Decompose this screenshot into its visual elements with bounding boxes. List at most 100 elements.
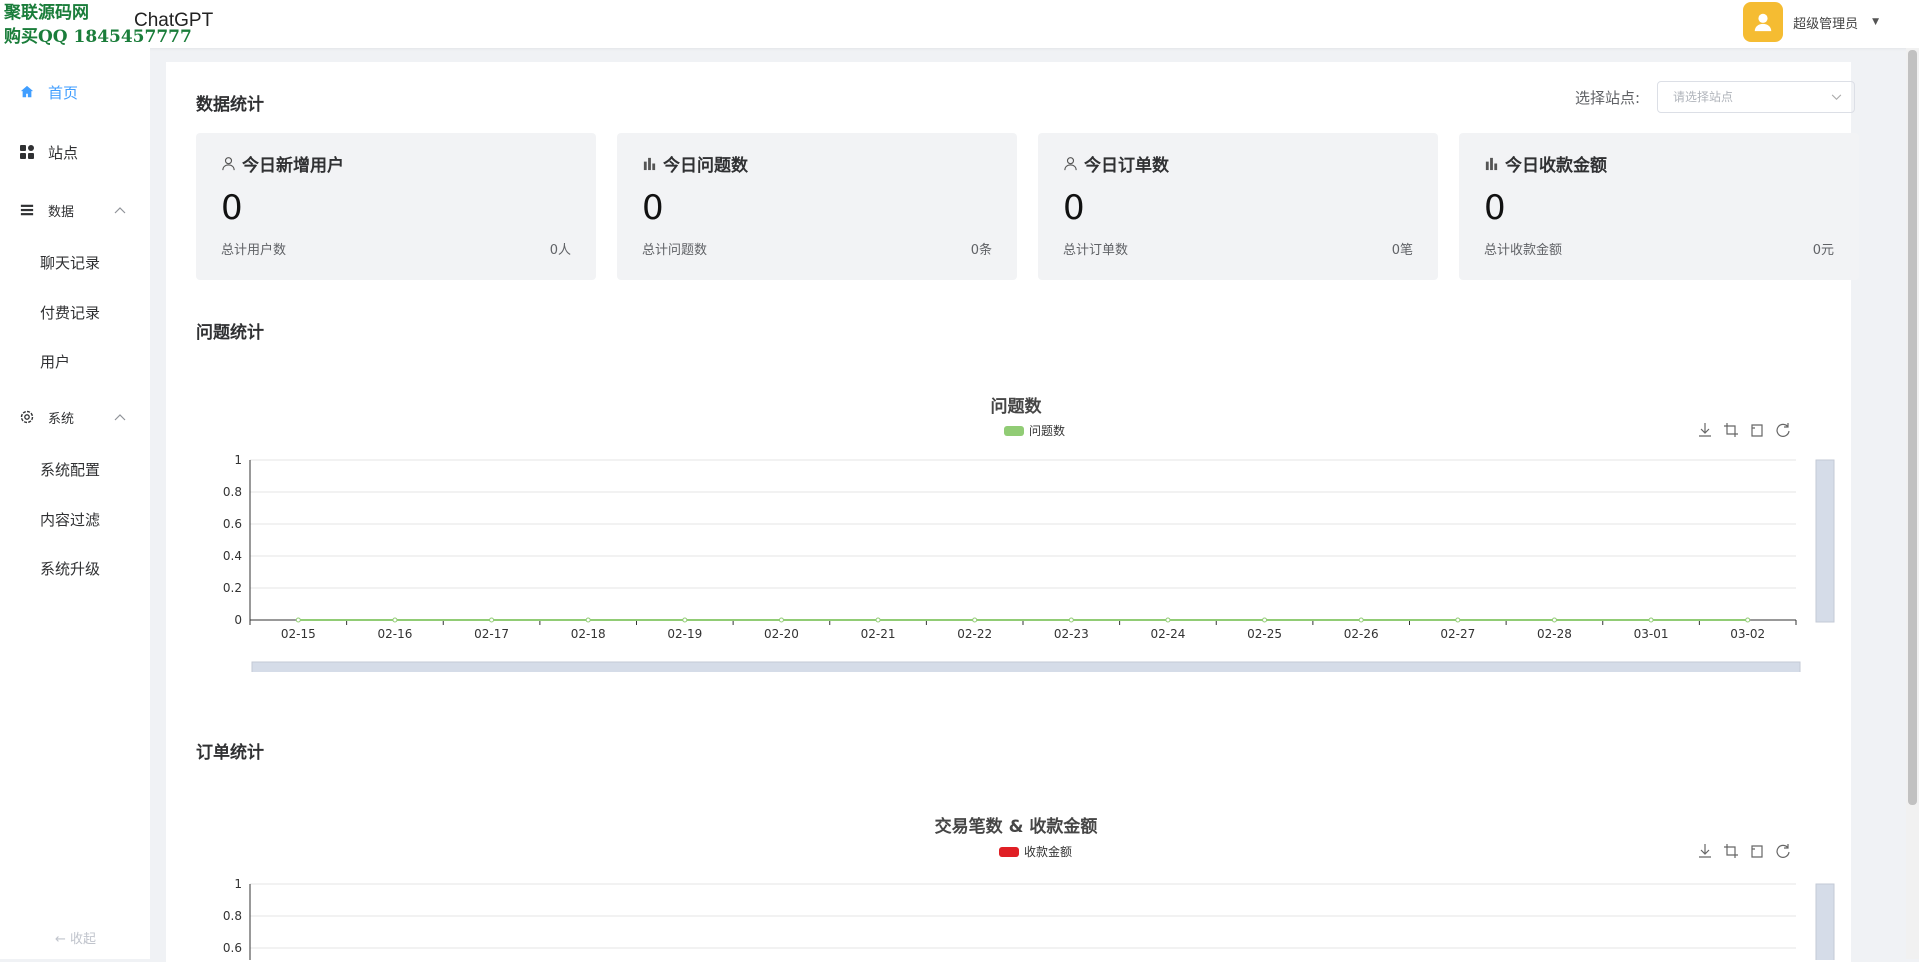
legend-swatch [1004, 425, 1024, 436]
stat-value: 0 [642, 188, 664, 228]
data-point [1068, 617, 1074, 623]
chart-legend[interactable]: 收款金额 [999, 843, 1072, 860]
stat-card-orders: 今日订单数 0 总计订单数 0笔 [1038, 133, 1438, 280]
sidebar: 首页 站点 数据 聊天记录 付费记录 用户 系统 系统配置 内容过滤 系统升级 … [0, 48, 150, 959]
data-point [972, 617, 978, 623]
data-point [1745, 617, 1751, 623]
app-brand: ChatGPT [134, 10, 214, 31]
data-point [1262, 617, 1268, 623]
crop-icon[interactable] [1722, 421, 1740, 439]
site-select-label: 选择站点: [1575, 89, 1641, 107]
sidebar-group-data[interactable]: 数据 [0, 198, 150, 222]
sidebar-item-content-filter[interactable]: 内容过滤 [40, 509, 100, 530]
y-zoom-slider [1815, 459, 1835, 623]
stat-card-new-users: 今日新增用户 0 总计用户数 0人 [196, 133, 596, 280]
y-tick-label: 0.4 [223, 549, 242, 563]
main-content: 数据统计 选择站点: 请选择站点 今日新增用户 0 总计用户数 0人 今日问题数… [166, 62, 1859, 962]
crop-icon[interactable] [1722, 842, 1740, 860]
legend-label: 问题数 [1029, 424, 1066, 438]
x-tick-label: 02-25 [1247, 627, 1282, 641]
data-point [1648, 617, 1654, 623]
sidebar-item-chat-records[interactable]: 聊天记录 [40, 252, 100, 273]
x-tick-label: 02-15 [281, 627, 316, 641]
site-select-placeholder: 请选择站点 [1673, 90, 1734, 104]
user-menu[interactable]: 超级管理员 ▼ [1743, 2, 1879, 42]
data-point [585, 617, 591, 623]
sidebar-group-system[interactable]: 系统 [0, 405, 150, 429]
home-icon [18, 83, 36, 101]
x-zoom-slider [251, 661, 1801, 672]
y-tick-label: 1 [234, 453, 242, 467]
user-name[interactable]: 超级管理员 [1793, 13, 1858, 32]
sidebar-item-system-upgrade[interactable]: 系统升级 [40, 558, 100, 579]
chart-legend[interactable]: 问题数 [1004, 422, 1065, 439]
stat-title-row: 今日问题数 [642, 151, 748, 176]
x-tick-label: 02-17 [474, 627, 509, 641]
stat-card-revenue: 今日收款金额 0 总计收款金额 0元 [1459, 133, 1859, 280]
question-line-chart: 0 0.2 0.4 0.6 0.8 1 02-15 02-16 02-17 02-18 02-19 0… [223, 453, 1835, 672]
stat-title: 今日收款金额 [1505, 156, 1607, 176]
x-tick-label: 02-24 [1151, 627, 1186, 641]
stat-value: 0 [1063, 188, 1085, 228]
section-title-questions: 问题统计 [196, 323, 264, 343]
download-icon[interactable] [1696, 842, 1714, 860]
stat-foot-label: 总计订单数 [1063, 243, 1129, 258]
stat-value: 0 [1484, 188, 1506, 228]
stat-card-questions: 今日问题数 0 总计问题数 0条 [617, 133, 1017, 280]
stat-value: 0 [221, 188, 243, 228]
scrollbar-thumb[interactable] [1908, 50, 1917, 805]
stat-foot-value: 0人 [549, 243, 571, 258]
stat-title-row: 今日订单数 [1063, 151, 1169, 176]
chevron-up-icon [114, 203, 126, 218]
sidebar-item-pay-records[interactable]: 付费记录 [40, 302, 100, 323]
stat-foot-value: 0条 [970, 243, 992, 258]
stat-foot-label: 总计收款金额 [1484, 243, 1563, 258]
watermark-line1: 聚联源码网 [4, 3, 89, 23]
sidebar-group-label: 系统 [48, 411, 75, 427]
x-tick-label: 03-01 [1634, 627, 1669, 641]
y-zoom-slider [1815, 883, 1835, 960]
gear-icon [18, 408, 36, 426]
data-point [682, 617, 688, 623]
chart-toolbox [1696, 842, 1792, 860]
page-scrollbar[interactable] [1906, 48, 1919, 959]
zoom-reset-icon[interactable] [1748, 842, 1766, 860]
sidebar-item-label: 首页 [48, 83, 79, 102]
list-icon [18, 201, 36, 219]
user-icon [222, 157, 235, 171]
y-tick-label: 0.8 [223, 909, 242, 923]
data-point [875, 617, 881, 623]
restore-icon[interactable] [1774, 421, 1792, 439]
y-tick-label: 0.6 [223, 517, 242, 531]
x-tick-label: 02-19 [667, 627, 702, 641]
sidebar-item-home[interactable]: 首页 [0, 80, 150, 104]
x-tick-label: 02-20 [764, 627, 799, 641]
chevron-up-icon [114, 410, 126, 425]
data-point [1165, 617, 1171, 623]
x-tick-label: 02-23 [1054, 627, 1089, 641]
bar-chart-icon [643, 157, 656, 171]
x-tick-label: 02-27 [1440, 627, 1475, 641]
user-icon [1064, 157, 1077, 171]
restore-icon[interactable] [1774, 842, 1792, 860]
sidebar-item-system-config[interactable]: 系统配置 [40, 459, 100, 480]
sidebar-item-users[interactable]: 用户 [40, 351, 70, 372]
stat-foot-value: 0元 [1812, 243, 1834, 258]
download-icon[interactable] [1696, 421, 1714, 439]
sidebar-item-site[interactable]: 站点 [0, 140, 150, 164]
avatar[interactable] [1743, 2, 1784, 42]
section-title-orders: 订单统计 [196, 743, 264, 763]
collapse-button[interactable]: ← 收起 [55, 928, 96, 947]
stat-title-row: 今日新增用户 [221, 151, 344, 176]
x-tick-label: 02-16 [378, 627, 413, 641]
site-select[interactable]: 请选择站点 [1657, 81, 1855, 113]
zoom-reset-icon[interactable] [1748, 421, 1766, 439]
x-tick-label: 02-22 [957, 627, 992, 641]
page-title: 数据统计 [196, 95, 264, 115]
sidebar-group-label: 数据 [48, 204, 75, 220]
y-tick-label: 0.6 [223, 941, 242, 955]
chevron-down-icon[interactable]: ▼ [1872, 17, 1879, 27]
data-point [489, 617, 495, 623]
y-tick-label: 0 [234, 613, 242, 627]
chart-title: 交易笔数 & 收款金额 [934, 817, 1098, 837]
